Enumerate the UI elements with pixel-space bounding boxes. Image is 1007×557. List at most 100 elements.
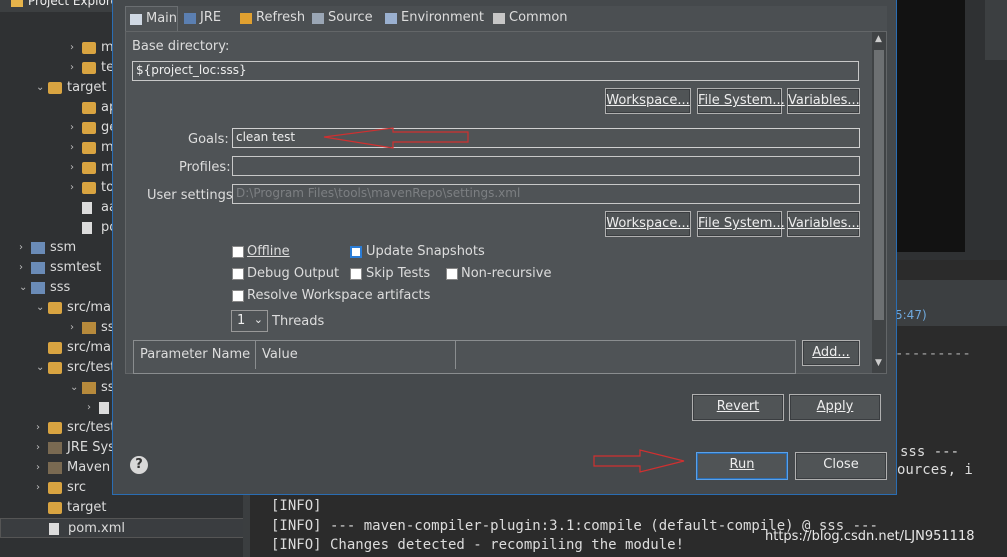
threads-value: 1 — [237, 313, 246, 328]
project-explorer-icon — [11, 0, 23, 7]
base-directory-input[interactable]: ${project_loc:sss} — [132, 61, 859, 81]
chevron-right-icon[interactable]: › — [70, 142, 74, 153]
chevron-right-icon[interactable]: › — [87, 402, 91, 413]
tree-item-label: ssm — [50, 240, 77, 255]
chevron-right-icon[interactable]: › — [19, 242, 23, 253]
chevron-right-icon[interactable]: › — [70, 42, 74, 53]
folder-icon — [48, 302, 62, 314]
threads-label: Threads — [272, 314, 325, 329]
tab-source[interactable]: Source — [308, 6, 379, 31]
chevron-right-icon[interactable]: › — [19, 262, 23, 273]
chevron-down-icon[interactable]: ⌄ — [19, 282, 27, 293]
base-directory-label: Base directory: — [132, 39, 230, 54]
goals-input[interactable]: clean test — [232, 128, 860, 148]
folder-icon — [48, 482, 62, 494]
proj-icon — [31, 282, 45, 294]
file-icon — [82, 222, 92, 234]
offline-checkbox[interactable] — [232, 246, 244, 258]
chevron-right-icon[interactable]: › — [36, 422, 40, 433]
folder-icon — [48, 502, 62, 514]
console-fragment-2: ources, i — [897, 462, 973, 478]
proj-icon — [31, 242, 45, 254]
user-settings-label: User settings: — [147, 188, 237, 203]
source-tab-icon — [312, 13, 324, 24]
chevron-right-icon[interactable]: › — [70, 322, 74, 333]
resolve-workspace-checkbox[interactable] — [232, 290, 244, 302]
tree-item[interactable]: pom.xml — [0, 518, 250, 538]
chevron-right-icon[interactable]: › — [36, 442, 40, 453]
threads-select[interactable]: 1 ⌄ — [231, 310, 268, 332]
proj-icon — [31, 262, 45, 274]
refresh-tab-icon — [240, 13, 252, 24]
lib-icon — [48, 462, 62, 474]
scroll-down-icon[interactable]: ▼ — [875, 358, 882, 368]
chevron-right-icon[interactable]: › — [70, 182, 74, 193]
watermark: https://blog.csdn.net/LJN951118 — [765, 529, 975, 544]
tree-item-label: pom.xml — [68, 521, 125, 536]
scroll-up-icon[interactable]: ▲ — [875, 34, 882, 44]
tree-item-label: src/test — [67, 360, 116, 375]
workspace-button-1[interactable]: Workspace... — [605, 88, 691, 114]
editor-preview — [895, 0, 965, 252]
user-settings-input[interactable]: D:\Program Files\tools\mavenRepo\setting… — [232, 184, 860, 204]
non-recursive-checkbox[interactable] — [446, 268, 458, 280]
apply-button[interactable]: Apply — [789, 394, 881, 421]
folder-icon — [48, 342, 62, 354]
chevron-right-icon[interactable]: › — [70, 122, 74, 133]
tab-label: Main — [146, 11, 178, 26]
add-parameter-button[interactable]: Add... — [802, 340, 860, 366]
debug-output-checkbox[interactable] — [232, 268, 244, 280]
tree-item[interactable]: target — [0, 498, 250, 518]
folder-icon — [82, 162, 96, 174]
tab-label: Environment — [401, 10, 485, 25]
console-line-1: [INFO] — [271, 498, 322, 514]
common-tab-icon — [493, 13, 505, 24]
tree-item-label: target — [67, 500, 107, 515]
workspace-button-2[interactable]: Workspace... — [605, 211, 691, 237]
tab-common[interactable]: Common — [489, 6, 569, 31]
tree-item-label: src/test — [67, 420, 116, 435]
file-system-button-1[interactable]: File System... — [697, 88, 785, 114]
folder-icon — [48, 82, 62, 94]
chevron-right-icon[interactable]: › — [70, 62, 74, 73]
skip-tests-checkbox[interactable] — [350, 268, 362, 280]
tab-environment[interactable]: Environment — [381, 6, 487, 31]
chevron-down-icon: ⌄ — [253, 313, 263, 326]
chevron-right-icon[interactable]: › — [36, 482, 40, 493]
profiles-input[interactable] — [232, 156, 860, 176]
chevron-down-icon[interactable]: ⌄ — [36, 362, 44, 373]
value-header: Value — [256, 341, 456, 369]
pkg-icon — [82, 382, 96, 394]
tree-item-label: src — [67, 480, 86, 495]
folder-icon — [82, 182, 96, 194]
chevron-down-icon[interactable]: ⌄ — [36, 82, 44, 93]
console-time: 5:47) — [895, 308, 927, 322]
close-button[interactable]: Close — [795, 452, 887, 480]
chevron-down-icon[interactable]: ⌄ — [36, 302, 44, 313]
folder-icon — [82, 102, 96, 114]
tab-label: Common — [509, 10, 568, 25]
tree-item-label: src/mai — [67, 340, 115, 355]
console-dashes: --------- — [895, 346, 971, 362]
non-recursive-label: Non-recursive — [461, 266, 552, 281]
chevron-right-icon[interactable]: › — [36, 462, 40, 473]
run-button[interactable]: Run — [696, 452, 788, 480]
file-system-button-2[interactable]: File System... — [697, 211, 785, 237]
revert-button[interactable]: Revert — [692, 394, 784, 421]
chevron-down-icon[interactable]: ⌄ — [70, 382, 78, 393]
folder-icon — [82, 62, 96, 74]
tab-label: Source — [328, 10, 373, 25]
update-snapshots-checkbox[interactable] — [350, 246, 362, 258]
help-icon[interactable]: ? — [130, 456, 148, 474]
run-configuration-dialog: Main JRE Refresh Source Environment Common Ba… — [112, 0, 897, 495]
scroll-thumb[interactable] — [874, 50, 884, 320]
variables-button-1[interactable]: Variables... — [787, 88, 860, 114]
parameter-name-header: Parameter Name — [134, 341, 256, 369]
main-panel-scrollbar[interactable]: ▲ ▼ — [872, 32, 886, 373]
tab-refresh[interactable]: Refresh — [236, 6, 306, 31]
tab-main[interactable]: Main — [125, 6, 178, 31]
variables-button-2[interactable]: Variables... — [787, 211, 860, 237]
jre-tab-icon — [184, 13, 196, 24]
tab-jre[interactable]: JRE — [180, 6, 234, 31]
chevron-right-icon[interactable]: › — [70, 162, 74, 173]
